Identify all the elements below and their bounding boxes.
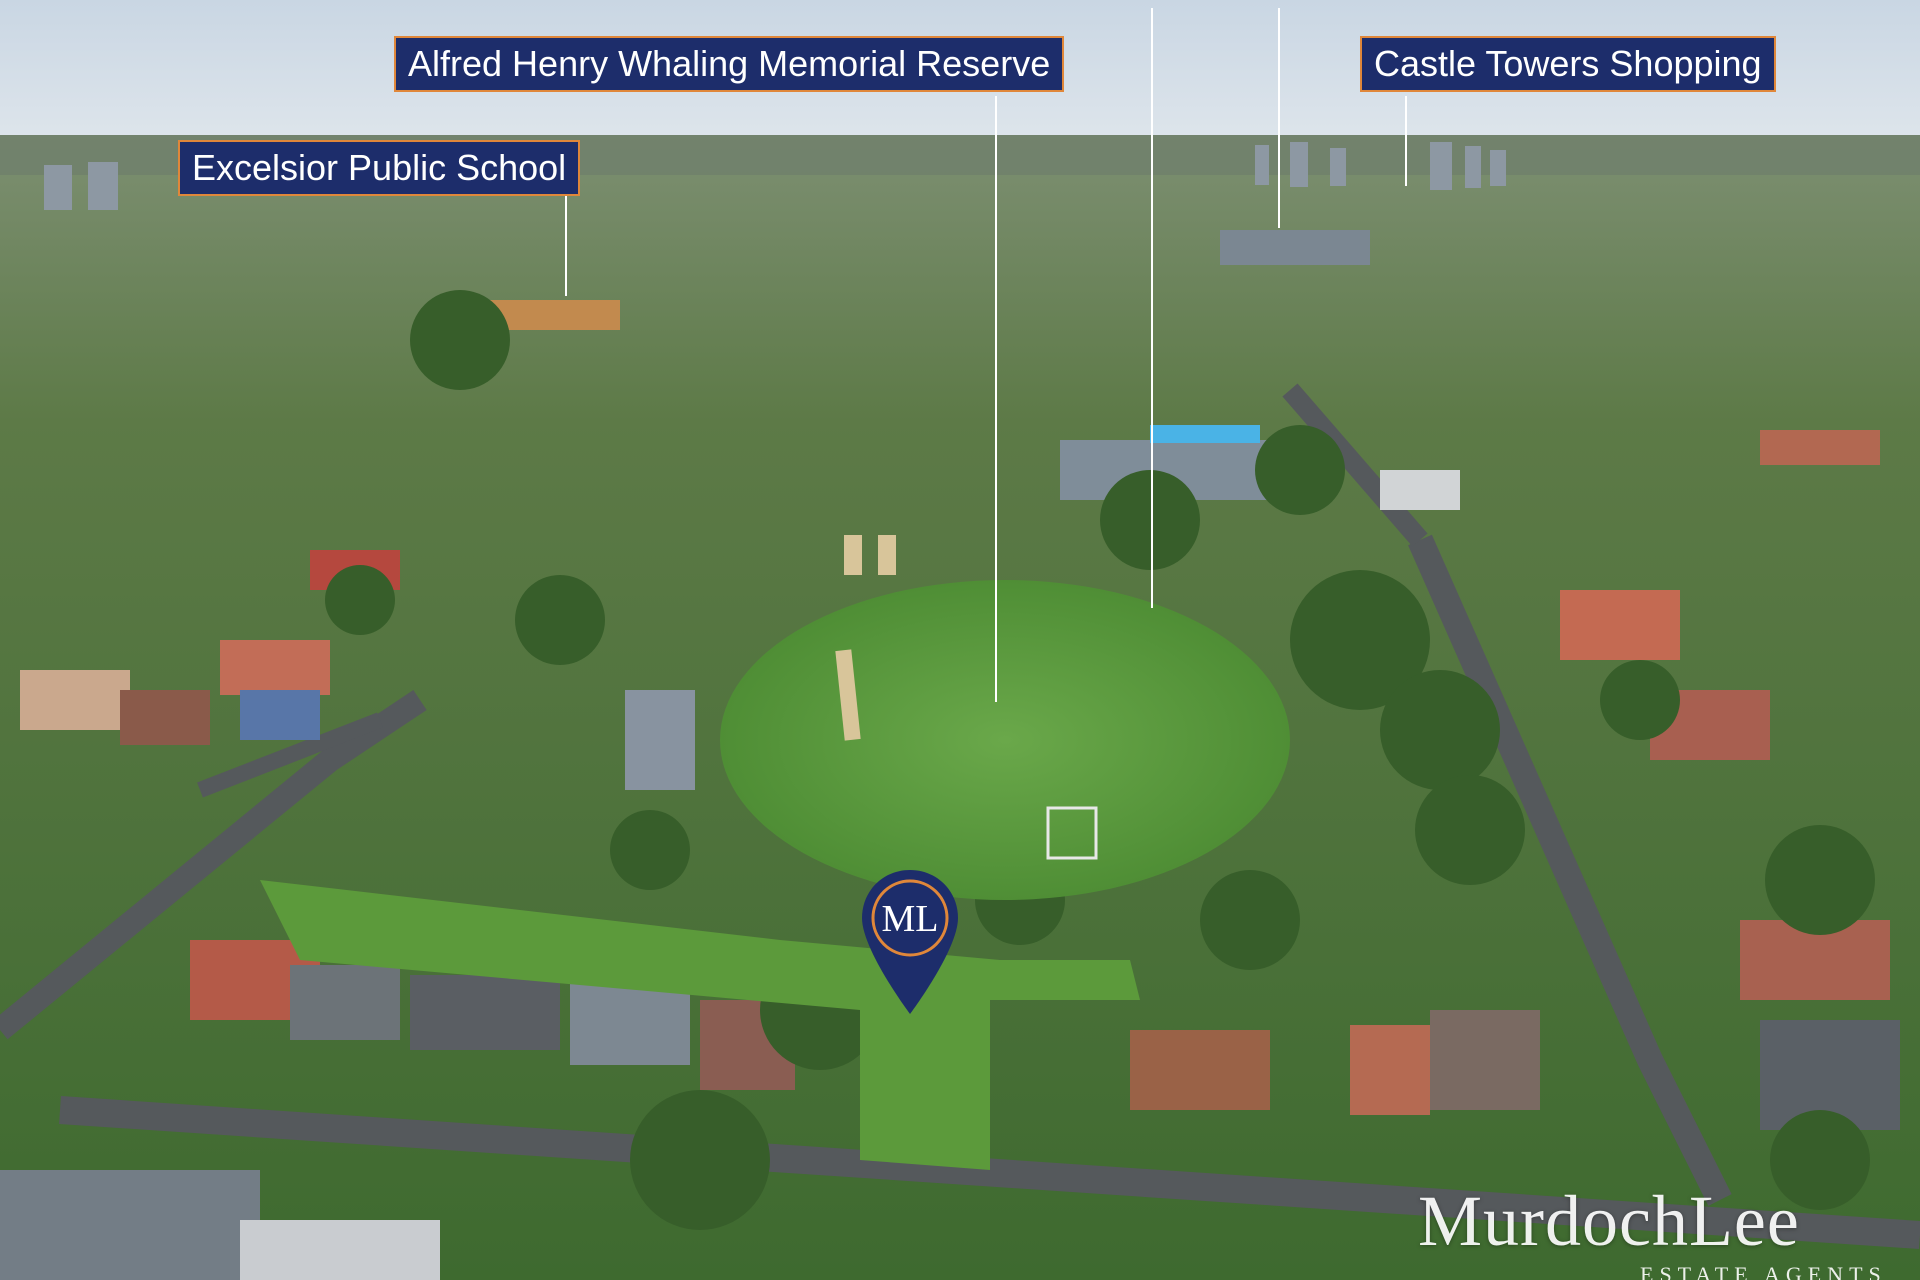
leader-line-excelsior — [565, 196, 567, 296]
brand-watermark: MurdochLee — [1418, 1181, 1800, 1261]
leader-line-alfred — [995, 96, 997, 702]
practice-pitch-1 — [844, 535, 862, 575]
label-alfred-henry-whaling: Alfred Henry Whaling Memorial Reserve — [394, 36, 1065, 92]
aerial-photo-scene: Alfred Henry Whaling Memorial Reserve Ca… — [0, 0, 1920, 1280]
pool — [1150, 425, 1260, 443]
pin-monogram: ML — [882, 898, 939, 940]
brand-watermark-subtitle: ESTATE AGENTS — [1640, 1262, 1887, 1280]
label-excelsior: Excelsior Public School — [178, 140, 581, 196]
clubhouse — [625, 690, 695, 790]
practice-pitch-2 — [878, 535, 896, 575]
label-castle-towers: Castle Towers Shopping — [1360, 36, 1776, 92]
sports-oval — [720, 580, 1290, 900]
leader-line-top-right — [1278, 8, 1280, 228]
leader-line-top-left — [1151, 8, 1153, 608]
location-pin-icon: ML — [862, 870, 958, 1014]
leader-line-castle — [1405, 96, 1407, 186]
